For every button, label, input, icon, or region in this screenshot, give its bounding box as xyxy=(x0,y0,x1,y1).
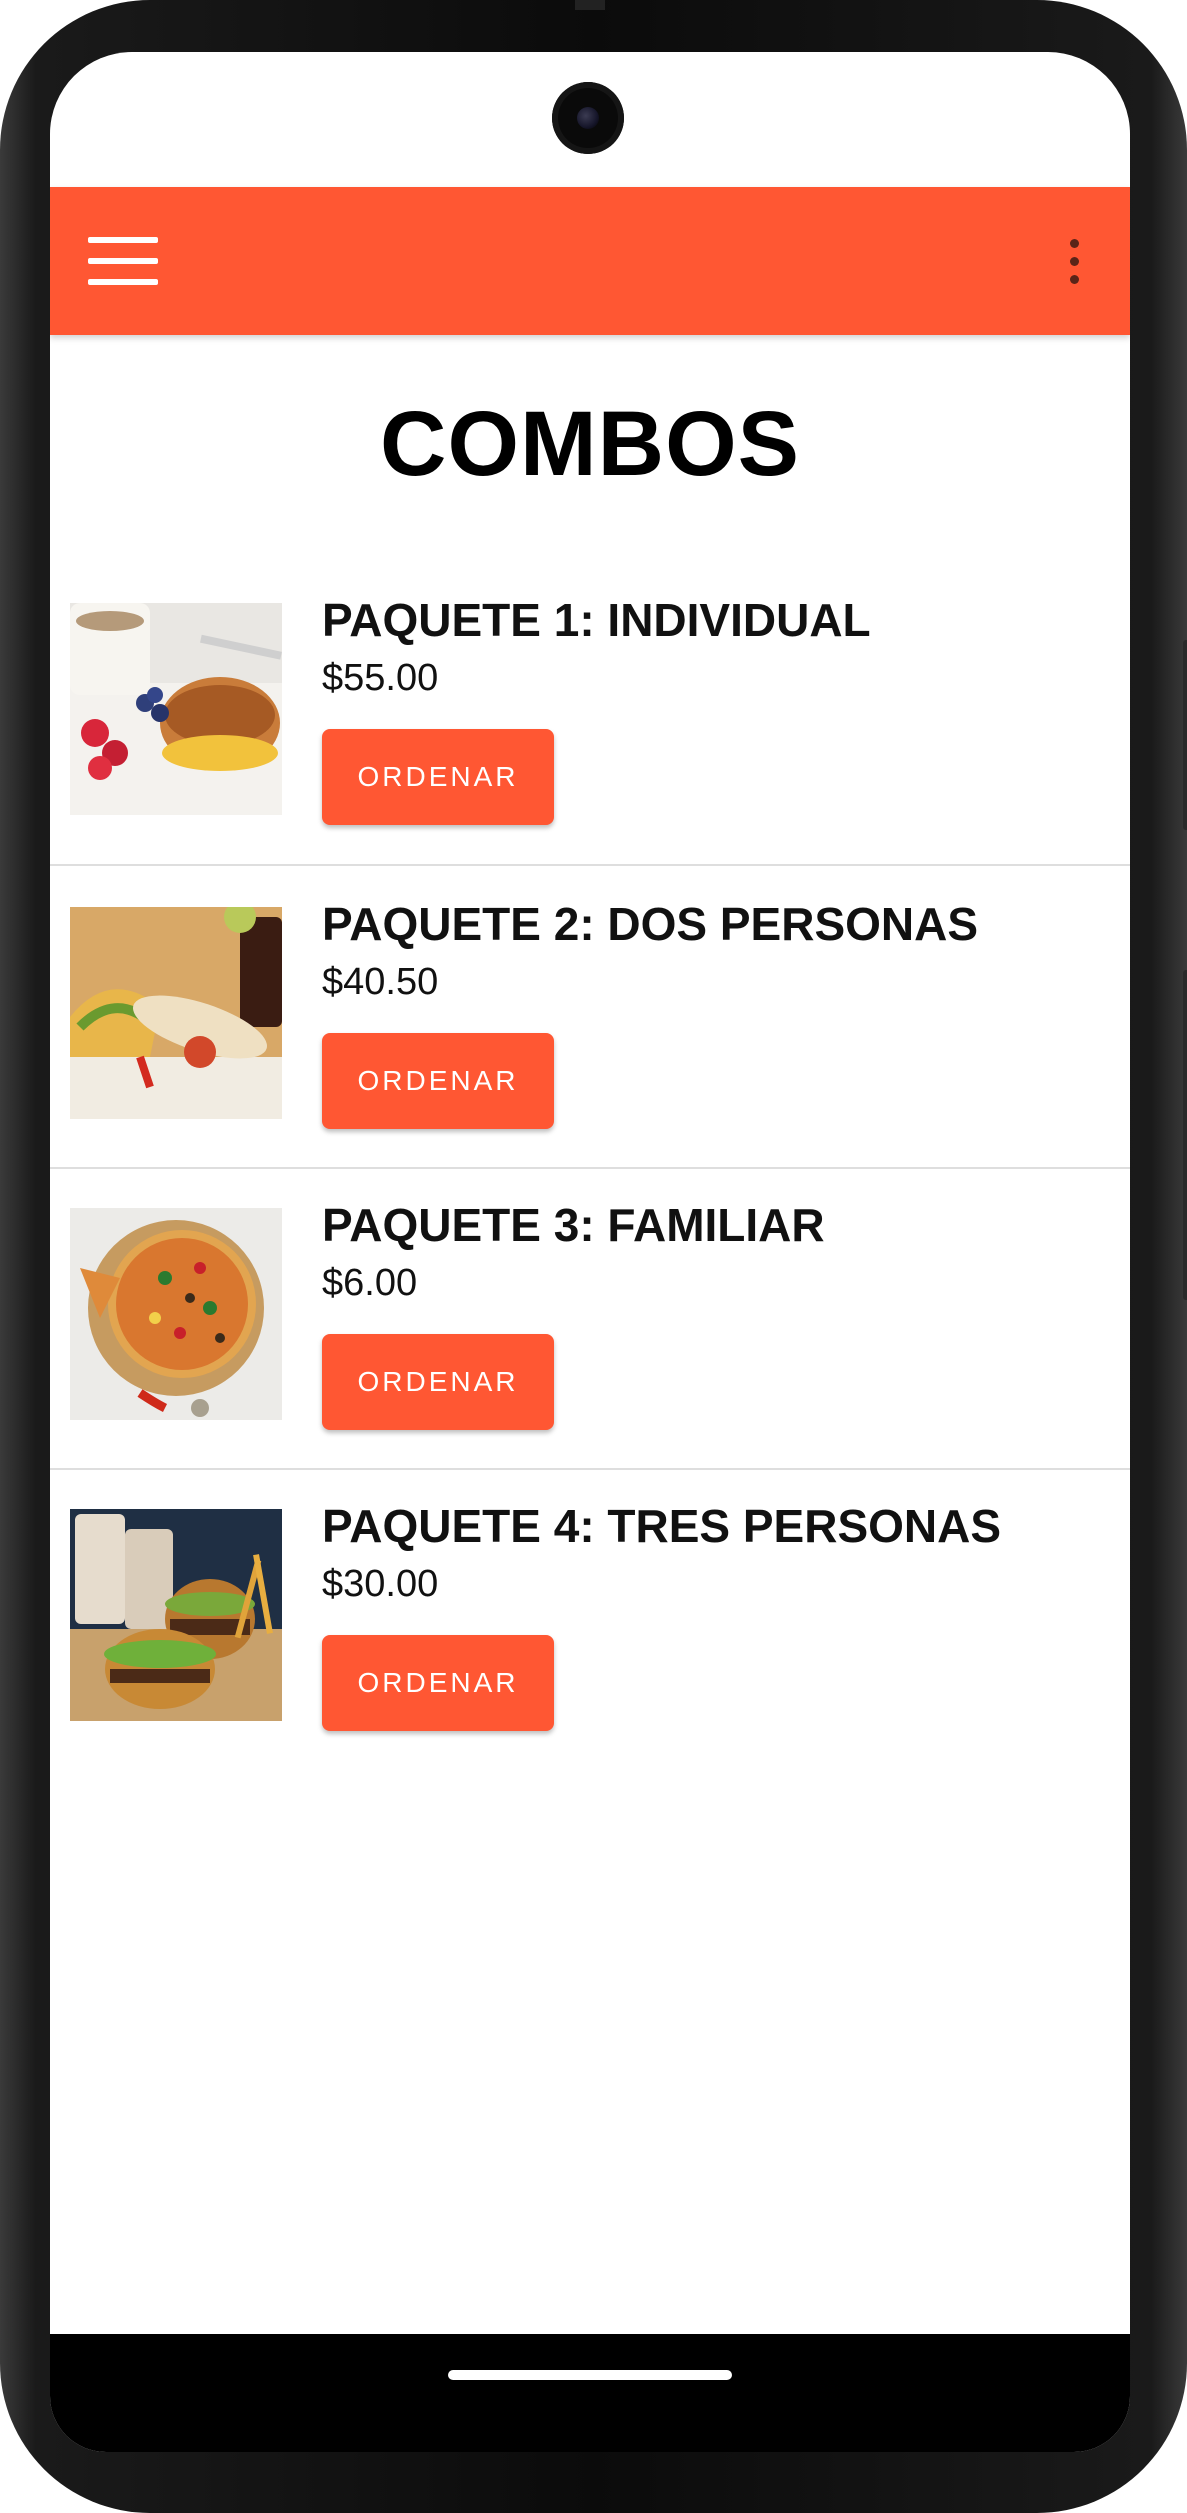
front-camera xyxy=(552,82,624,154)
combo-image-pizza xyxy=(70,1208,282,1420)
frame-antenna-line xyxy=(575,0,605,10)
order-button[interactable]: ORDENAR xyxy=(322,1635,554,1731)
combo-item: PAQUETE 4: TRES PERSONAS $30.00 ORDENAR xyxy=(50,1493,1130,1793)
page-title: COMBOS xyxy=(380,393,800,495)
divider xyxy=(50,864,1130,866)
home-gesture-handle[interactable] xyxy=(448,2370,732,2380)
combo-item: PAQUETE 2: DOS PERSONAS $40.50 ORDENAR xyxy=(50,891,1130,1191)
combo-price: $40.50 xyxy=(322,961,439,1003)
power-button xyxy=(1183,970,1187,1300)
combo-price: $55.00 xyxy=(322,657,439,699)
combo-image-burgers xyxy=(70,1509,282,1721)
divider xyxy=(50,1167,1130,1169)
combo-image-breakfast xyxy=(70,603,282,815)
combo-item: PAQUETE 3: FAMILIAR $6.00 ORDENAR xyxy=(50,1192,1130,1492)
divider xyxy=(50,1468,1130,1470)
more-vert-icon[interactable] xyxy=(1068,239,1080,285)
volume-button xyxy=(1183,640,1187,830)
order-button[interactable]: ORDENAR xyxy=(322,1334,554,1430)
app-bar xyxy=(50,187,1130,335)
combo-price: $30.00 xyxy=(322,1563,439,1605)
screen: COMBOS PAQUETE 1: INDIVIDUAL $55.00 ORDE… xyxy=(50,52,1130,2452)
combo-name: PAQUETE 4: TRES PERSONAS xyxy=(322,1500,1002,1552)
combo-name: PAQUETE 2: DOS PERSONAS xyxy=(322,898,979,950)
combo-price: $6.00 xyxy=(322,1262,418,1304)
combo-image-tacos xyxy=(70,907,282,1119)
phone-frame: COMBOS PAQUETE 1: INDIVIDUAL $55.00 ORDE… xyxy=(0,0,1187,2513)
combo-item: PAQUETE 1: INDIVIDUAL $55.00 ORDENAR xyxy=(50,587,1130,887)
combo-name: PAQUETE 3: FAMILIAR xyxy=(322,1199,825,1251)
system-navigation-bar xyxy=(50,2334,1130,2452)
order-button[interactable]: ORDENAR xyxy=(322,729,554,825)
combo-name: PAQUETE 1: INDIVIDUAL xyxy=(322,594,871,646)
order-button[interactable]: ORDENAR xyxy=(322,1033,554,1129)
hamburger-menu-icon[interactable] xyxy=(88,237,158,285)
